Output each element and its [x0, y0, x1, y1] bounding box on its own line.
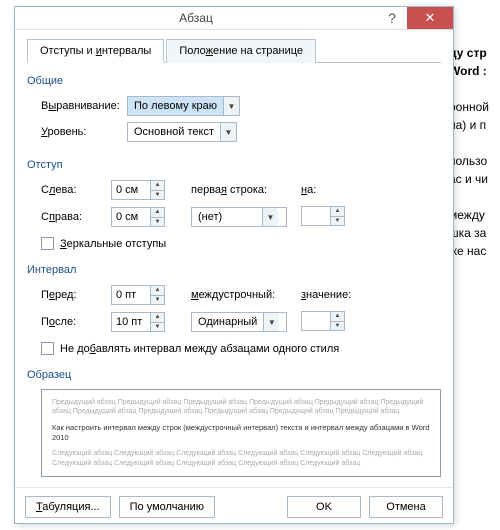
by1-value — [302, 207, 330, 225]
alignment-label: Выравнивание: — [41, 100, 127, 112]
sample-prev: Предыдущий абзац Предыдущий абзац Предыд… — [52, 398, 430, 417]
after-label: После: — [41, 316, 111, 328]
spin-up-icon[interactable]: ▲ — [331, 207, 344, 217]
spin-down-icon[interactable]: ▼ — [151, 323, 164, 332]
indent-left-label: Слева: — [41, 184, 111, 196]
sample-mid: Как настроить интервал между строк (межд… — [52, 423, 430, 443]
group-spacing: Интервал — [27, 264, 441, 276]
sample-next: Следующий абзац Следующий абзац Следующи… — [52, 449, 430, 468]
after-value: 10 пт — [112, 313, 150, 331]
chevron-down-icon[interactable]: ▼ — [262, 208, 278, 226]
chevron-down-icon[interactable]: ▼ — [223, 97, 239, 115]
tab-indents-spacing[interactable]: Отступы и интервалы — [27, 39, 164, 63]
chevron-down-icon[interactable]: ▼ — [263, 313, 279, 331]
indent-left-spinner[interactable]: 0 см ▲▼ — [111, 180, 165, 200]
spin-up-icon[interactable]: ▲ — [151, 286, 164, 296]
group-general: Общие — [27, 75, 441, 87]
spin-up-icon[interactable]: ▲ — [151, 313, 164, 323]
before-label: Перед: — [41, 289, 111, 301]
alignment-value: По левому краю — [128, 100, 223, 112]
spin-up-icon[interactable]: ▲ — [151, 208, 164, 218]
chevron-down-icon[interactable]: ▼ — [220, 123, 236, 141]
row-before: Перед: 0 пт ▲▼ междустрочный: значение: — [41, 285, 441, 305]
dialog-footer: Табуляция... По умолчанию OK Отмена — [15, 487, 453, 526]
level-value: Основной текст — [128, 126, 220, 138]
tab-page-position[interactable]: Положение на странице — [166, 39, 316, 63]
after-spinner[interactable]: 10 пт ▲▼ — [111, 312, 165, 332]
checkbox-icon[interactable] — [41, 237, 54, 250]
spin-down-icon[interactable]: ▼ — [151, 218, 164, 227]
indent-left-value: 0 см — [112, 181, 150, 199]
first-line-combo[interactable]: (нет) ▼ — [191, 207, 287, 227]
no-space-label: Не добавлять интервал между абзацами одн… — [60, 343, 339, 355]
help-button[interactable]: ? — [377, 10, 407, 26]
default-button[interactable]: По умолчанию — [119, 496, 215, 518]
indent-right-value: 0 см — [112, 208, 150, 226]
before-value: 0 пт — [112, 286, 150, 304]
spin-up-icon[interactable]: ▲ — [151, 181, 164, 191]
row-indent-right: Справа: 0 см ▲▼ (нет) ▼ ▲▼ — [41, 206, 441, 228]
ok-button[interactable]: OK — [287, 496, 361, 518]
by2-label: значение: — [301, 289, 357, 301]
before-spinner[interactable]: 0 пт ▲▼ — [111, 285, 165, 305]
indent-right-spinner[interactable]: 0 см ▲▼ — [111, 207, 165, 227]
level-label: Уровень: — [41, 126, 127, 138]
spin-down-icon[interactable]: ▼ — [151, 191, 164, 200]
tab-strip: Отступы и интервалы Положение на страниц… — [27, 38, 441, 63]
dialog-title: Абзац — [15, 11, 377, 25]
by1-spinner[interactable]: ▲▼ — [301, 206, 345, 226]
close-button[interactable]: ✕ — [407, 7, 453, 29]
cancel-button[interactable]: Отмена — [369, 496, 443, 518]
spin-up-icon[interactable]: ▲ — [331, 312, 344, 322]
line-spacing-combo[interactable]: Одинарный ▼ — [191, 312, 287, 332]
by2-spinner[interactable]: ▲▼ — [301, 311, 345, 331]
by1-label: на: — [301, 184, 357, 196]
by2-value — [302, 312, 330, 330]
sample-preview: Предыдущий абзац Предыдущий абзац Предыд… — [41, 389, 441, 477]
group-indent: Отступ — [27, 159, 441, 171]
paragraph-dialog: Абзац ? ✕ Отступы и интервалы Положение … — [14, 6, 454, 524]
indent-right-label: Справа: — [41, 211, 111, 223]
line-spacing-label: междустрочный: — [191, 289, 301, 301]
line-spacing-value: Одинарный — [192, 316, 263, 328]
row-alignment: Выравнивание: По левому краю ▼ — [41, 96, 441, 116]
dialog-body: Отступы и интервалы Положение на страниц… — [15, 30, 453, 487]
no-space-same-style-checkbox[interactable]: Не добавлять интервал между абзацами одн… — [41, 342, 441, 355]
spin-down-icon[interactable]: ▼ — [331, 217, 344, 226]
level-combo[interactable]: Основной текст ▼ — [127, 122, 237, 142]
first-line-value: (нет) — [192, 211, 262, 223]
titlebar: Абзац ? ✕ — [15, 7, 453, 30]
first-line-label: первая строка: — [191, 184, 301, 196]
mirror-label: Зеркальные отступы — [60, 238, 166, 250]
row-level: Уровень: Основной текст ▼ — [41, 122, 441, 142]
spin-down-icon[interactable]: ▼ — [151, 296, 164, 305]
spin-down-icon[interactable]: ▼ — [331, 322, 344, 331]
mirror-indents-checkbox[interactable]: Зеркальные отступы — [41, 237, 441, 250]
alignment-combo[interactable]: По левому краю ▼ — [127, 96, 240, 116]
row-after: После: 10 пт ▲▼ Одинарный ▼ ▲▼ — [41, 311, 441, 333]
row-indent-left: Слева: 0 см ▲▼ первая строка: на: — [41, 180, 441, 200]
tabs-button[interactable]: Табуляция... — [25, 496, 111, 518]
group-sample: Образец — [27, 369, 441, 381]
checkbox-icon[interactable] — [41, 342, 54, 355]
